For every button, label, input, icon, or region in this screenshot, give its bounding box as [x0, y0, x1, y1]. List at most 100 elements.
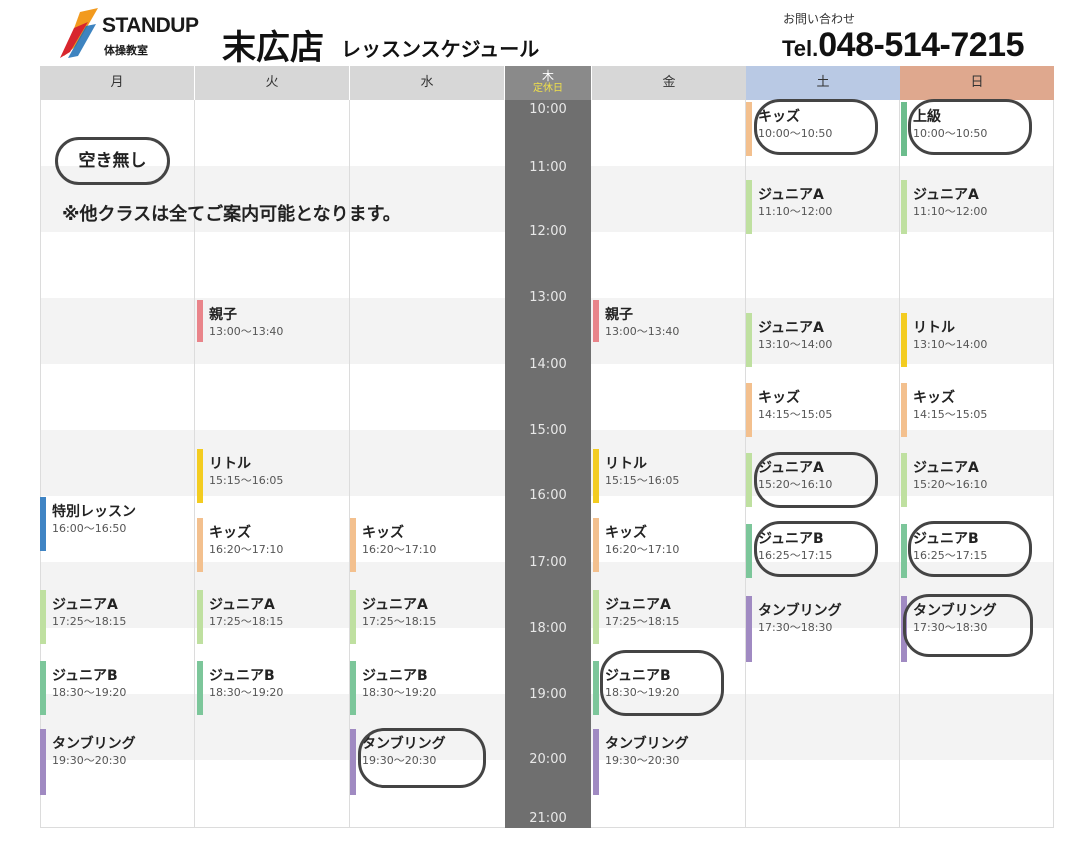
lesson-block[interactable]: 親子 13:00〜13:40 — [593, 300, 679, 354]
lesson-name: ジュニアA — [758, 187, 824, 203]
lesson-block[interactable]: ジュニアA 15:20〜16:10 — [901, 453, 987, 507]
lesson-time: 19:30〜20:30 — [605, 754, 680, 767]
lesson-time: 16:20〜17:10 — [362, 543, 437, 556]
lesson-block[interactable]: ジュニアA 17:25〜18:15 — [593, 590, 679, 644]
day-header-thu: 木 定休日 — [505, 66, 591, 100]
lesson-color-bar — [593, 729, 599, 795]
lesson-color-bar — [350, 661, 356, 715]
lesson-block[interactable]: タンブリング 17:30〜18:30 — [746, 596, 842, 662]
lesson-block[interactable]: キッズ 16:20〜17:10 — [197, 518, 283, 572]
day-header-fri: 金 — [592, 66, 746, 100]
lesson-name: キッズ — [913, 390, 955, 406]
lesson-time: 17:25〜18:15 — [362, 615, 437, 628]
lesson-name: タンブリング — [605, 736, 689, 752]
lesson-time: 13:10〜14:00 — [758, 338, 833, 351]
store-name: 末広店 — [222, 28, 324, 68]
lesson-name: ジュニアA — [913, 460, 979, 476]
full-class-highlight — [754, 99, 878, 155]
lesson-name: ジュニアA — [52, 597, 118, 613]
lesson-name: タンブリング — [52, 736, 136, 752]
lesson-color-bar — [746, 102, 752, 156]
page-header: STANDUP 体操教室 末広店 レッスンスケジュール お問い合わせ Tel.0… — [0, 0, 1092, 68]
lesson-color-bar — [901, 102, 907, 156]
page-title: レッスンスケジュール — [341, 37, 540, 61]
lesson-color-bar — [901, 383, 907, 437]
lesson-time: 17:25〜18:15 — [52, 615, 127, 628]
contact-label: お問い合わせ — [783, 12, 856, 26]
lesson-time: 15:15〜16:05 — [605, 474, 680, 487]
lesson-name: ジュニアA — [758, 320, 824, 336]
lesson-color-bar — [197, 300, 203, 342]
thu-day-label: 木 — [541, 69, 554, 83]
lesson-color-bar — [593, 449, 599, 503]
lesson-block[interactable]: キッズ 14:15〜15:05 — [746, 383, 832, 437]
day-header-sat: 土 — [746, 66, 900, 100]
lesson-block[interactable]: 親子 13:00〜13:40 — [197, 300, 283, 354]
lesson-name: タンブリング — [758, 603, 842, 619]
lesson-color-bar — [197, 449, 203, 503]
lesson-color-bar — [746, 596, 752, 662]
lesson-block[interactable]: ジュニアB 18:30〜19:20 — [40, 661, 126, 715]
lesson-time: 15:20〜16:10 — [913, 478, 988, 491]
lesson-name: ジュニアA — [362, 597, 428, 613]
lesson-block[interactable]: リトル 15:15〜16:05 — [593, 449, 679, 503]
time-label: 16:00 — [529, 488, 567, 503]
lesson-color-bar — [40, 729, 46, 795]
lesson-block[interactable]: ジュニアA 11:10〜12:00 — [901, 180, 987, 234]
lesson-color-bar — [197, 590, 203, 644]
time-label: 11:00 — [529, 160, 567, 175]
lesson-name: リトル — [913, 320, 955, 336]
lesson-color-bar — [901, 313, 907, 367]
lesson-name: リトル — [605, 456, 647, 472]
lesson-time: 15:15〜16:05 — [209, 474, 284, 487]
full-class-highlight — [908, 99, 1032, 155]
lesson-time: 13:00〜13:40 — [605, 325, 680, 338]
lesson-color-bar — [350, 518, 356, 572]
lesson-block[interactable]: 特別レッスン 16:00〜16:50 — [40, 497, 136, 551]
lesson-time: 11:10〜12:00 — [758, 205, 833, 218]
time-label: 19:00 — [529, 687, 567, 702]
logo-subtext: 体操教室 — [104, 44, 148, 57]
lesson-color-bar — [197, 661, 203, 715]
time-label: 21:00 — [529, 811, 567, 826]
lesson-name: ジュニアA — [605, 597, 671, 613]
lesson-color-bar — [901, 453, 907, 507]
lesson-block[interactable]: キッズ 16:20〜17:10 — [350, 518, 436, 572]
column-divider — [1053, 100, 1054, 828]
lesson-name: キッズ — [605, 525, 647, 541]
lesson-name: ジュニアB — [209, 668, 275, 684]
lesson-block[interactable]: ジュニアA 17:25〜18:15 — [350, 590, 436, 644]
lesson-time: 17:30〜18:30 — [758, 621, 833, 634]
lesson-name: 親子 — [605, 307, 633, 323]
lesson-block[interactable]: ジュニアA 11:10〜12:00 — [746, 180, 832, 234]
tel-digits: 048-514-7215 — [818, 26, 1025, 64]
time-label: 20:00 — [529, 752, 567, 767]
lesson-block[interactable]: キッズ 16:20〜17:10 — [593, 518, 679, 572]
lesson-name: リトル — [209, 456, 251, 472]
lesson-block[interactable]: タンブリング 19:30〜20:30 — [40, 729, 136, 795]
lesson-time: 18:30〜19:20 — [362, 686, 437, 699]
time-label: 15:00 — [529, 423, 567, 438]
day-header-mon: 月 — [40, 66, 194, 100]
lesson-block[interactable]: ジュニアB 18:30〜19:20 — [350, 661, 436, 715]
lesson-block[interactable]: リトル 13:10〜14:00 — [901, 313, 987, 367]
phone-number[interactable]: Tel.048-514-7215 — [782, 26, 1025, 65]
availability-notice: ※他クラスは全てご案内可能となります。 — [62, 204, 401, 225]
full-class-highlight — [908, 521, 1032, 577]
column-divider — [899, 100, 900, 828]
lesson-time: 17:25〜18:15 — [605, 615, 680, 628]
full-notice-badge: 空き無し — [55, 137, 170, 185]
lesson-name: キッズ — [362, 525, 404, 541]
lesson-color-bar — [593, 518, 599, 572]
lesson-block[interactable]: ジュニアA 17:25〜18:15 — [40, 590, 126, 644]
lesson-block[interactable]: キッズ 14:15〜15:05 — [901, 383, 987, 437]
column-divider — [40, 100, 41, 828]
lesson-block[interactable]: ジュニアB 18:30〜19:20 — [197, 661, 283, 715]
day-header-tue: 火 — [195, 66, 349, 100]
lesson-time: 19:30〜20:30 — [52, 754, 127, 767]
lesson-block[interactable]: ジュニアA 13:10〜14:00 — [746, 313, 832, 367]
lesson-block[interactable]: タンブリング 19:30〜20:30 — [593, 729, 689, 795]
lesson-block[interactable]: リトル 15:15〜16:05 — [197, 449, 283, 503]
lesson-block[interactable]: ジュニアA 17:25〜18:15 — [197, 590, 283, 644]
lesson-name: ジュニアA — [913, 187, 979, 203]
